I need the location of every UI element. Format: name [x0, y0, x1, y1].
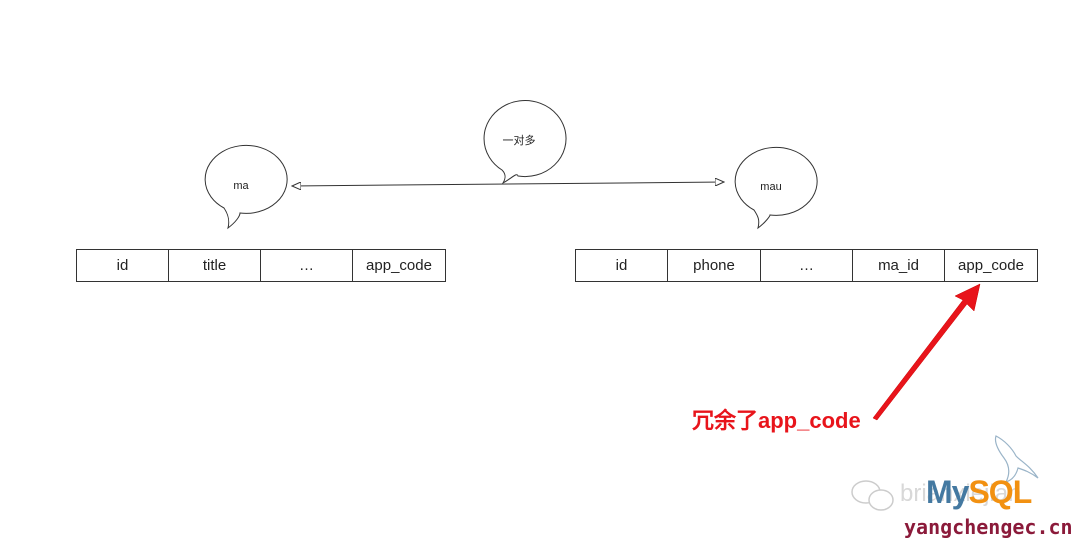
table-ma: id title … app_code	[76, 249, 446, 282]
red-arrow	[872, 283, 981, 421]
bubble-label-mau: mau	[760, 181, 782, 193]
column-cell: ma_id	[853, 250, 945, 281]
column-cell: …	[261, 250, 353, 281]
relation-arrow	[292, 182, 724, 186]
column-cell: phone	[668, 250, 761, 281]
redundancy-annotation: 冗余了app_code	[692, 408, 861, 433]
bubble-label-ma: ma	[233, 180, 249, 192]
column-cell: title	[169, 250, 261, 281]
mysql-logo: MySQL	[926, 474, 1032, 510]
column-cell: …	[761, 250, 853, 281]
column-cell: app_code	[366, 257, 432, 274]
watermark-site: yangchengec.cn	[904, 515, 1073, 539]
column-cell: app_code	[958, 257, 1024, 274]
column-cell: id	[576, 250, 668, 281]
bubble-label-relation: 一对多	[502, 135, 536, 147]
column-cell: id	[77, 250, 169, 281]
wechat-icon	[851, 480, 894, 511]
table-mau: id phone … ma_id app_code	[575, 249, 1038, 282]
